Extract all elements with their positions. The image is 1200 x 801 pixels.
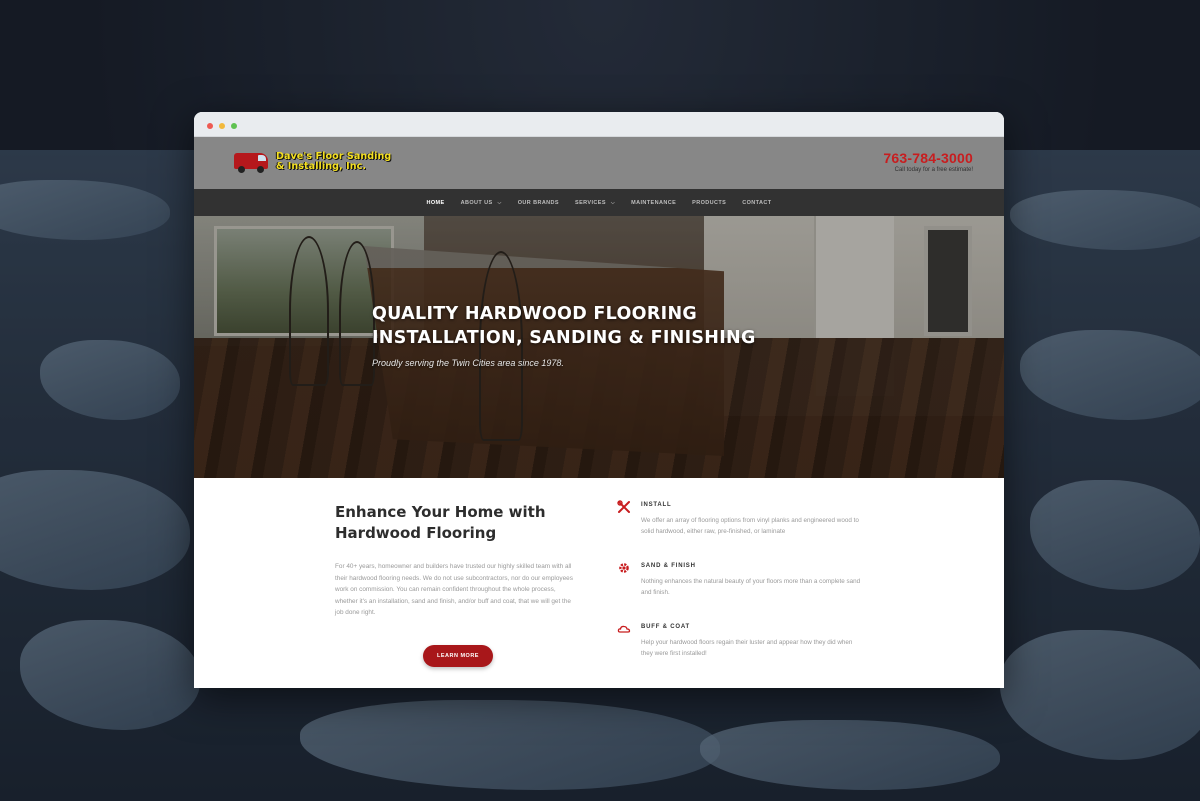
feature-sand-finish: SAND & FINISH Nothing enhances the natur… [617, 561, 860, 600]
feature-description: Help your hardwood floors regain their l… [641, 639, 853, 657]
gear-icon [617, 561, 631, 575]
feature-description: We offer an array of flooring options fr… [641, 517, 859, 535]
chevron-down-icon: ⌵ [610, 199, 616, 206]
feature-title: BUFF & COAT [641, 624, 691, 630]
phone-number[interactable]: 763-784-3000 [883, 150, 973, 166]
nav-label: ABOUT US [460, 199, 493, 206]
hero-subtitle: Proudly serving the Twin Cities area sin… [372, 358, 564, 368]
intro-column: Enhance Your Home with Hardwood Flooring… [335, 502, 585, 619]
nav-home[interactable]: HOME [426, 200, 444, 206]
close-window-dot[interactable] [207, 123, 213, 129]
nav-services[interactable]: SERVICES ⌵ [575, 200, 615, 206]
hero-title: QUALITY HARDWOOD FLOORING INSTALLATION, … [372, 302, 756, 350]
intro-heading-line-2: Hardwood Flooring [335, 524, 497, 542]
chevron-down-icon: ⌵ [497, 199, 502, 206]
intro-heading: Enhance Your Home with Hardwood Flooring [335, 502, 585, 544]
feature-install: INSTALL We offer an array of flooring op… [617, 500, 859, 539]
phone-subtext: Call today for a free estimate! [894, 167, 973, 173]
nav-about-us[interactable]: ABOUT US ⌵ [461, 200, 502, 206]
browser-window: Dave's Floor Sanding & Installing, Inc. … [194, 112, 1004, 688]
feature-title: SAND & FINISH [641, 563, 696, 569]
nav-maintenance[interactable]: MAINTENANCE [631, 200, 676, 206]
intro-heading-line-1: Enhance Your Home with [335, 503, 546, 521]
tools-icon [617, 500, 631, 514]
maximize-window-dot[interactable] [231, 123, 237, 129]
feature-title: INSTALL [641, 502, 672, 508]
site-logo[interactable]: Dave's Floor Sanding & Installing, Inc. [234, 151, 391, 173]
van-icon [234, 151, 270, 173]
nav-label: OUR BRANDS [517, 199, 559, 206]
nav-label: SERVICES [575, 199, 606, 206]
nav-label: MAINTENANCE [631, 199, 677, 206]
minimize-window-dot[interactable] [219, 123, 225, 129]
intro-body: For 40+ years, homeowner and builders ha… [335, 563, 573, 616]
intro-section: Enhance Your Home with Hardwood Flooring… [194, 478, 1004, 688]
nav-our-brands[interactable]: OUR BRANDS [518, 200, 559, 206]
phone-block: 763-784-3000 Call today for a free estim… [883, 150, 973, 173]
hero-banner: QUALITY HARDWOOD FLOORING INSTALLATION, … [194, 216, 1004, 478]
nav-label: CONTACT [742, 199, 772, 206]
nav-contact[interactable]: CONTACT [742, 200, 771, 206]
browser-titlebar [194, 112, 1004, 137]
site-header: Dave's Floor Sanding & Installing, Inc. … [194, 137, 1004, 189]
main-nav: HOME ABOUT US ⌵ OUR BRANDS SERVICES ⌵ MAIN… [194, 189, 1004, 216]
nav-label: PRODUCTS [692, 199, 727, 206]
hero-title-line-1: QUALITY HARDWOOD FLOORING [372, 304, 698, 324]
feature-buff-coat: BUFF & COAT Help your hardwood floors re… [617, 624, 857, 661]
cloud-icon [617, 622, 631, 636]
learn-more-button[interactable]: LEARN MORE [423, 645, 493, 667]
logo-line-2: & Installing, Inc. [276, 161, 367, 172]
nav-label: HOME [426, 199, 445, 206]
nav-products[interactable]: PRODUCTS [692, 200, 726, 206]
hero-title-line-2: INSTALLATION, SANDING & FINISHING [372, 328, 756, 348]
feature-list: INSTALL We offer an array of flooring op… [617, 500, 860, 685]
feature-description: Nothing enhances the natural beauty of y… [641, 578, 861, 596]
hero-text: QUALITY HARDWOOD FLOORING INSTALLATION, … [372, 302, 756, 368]
